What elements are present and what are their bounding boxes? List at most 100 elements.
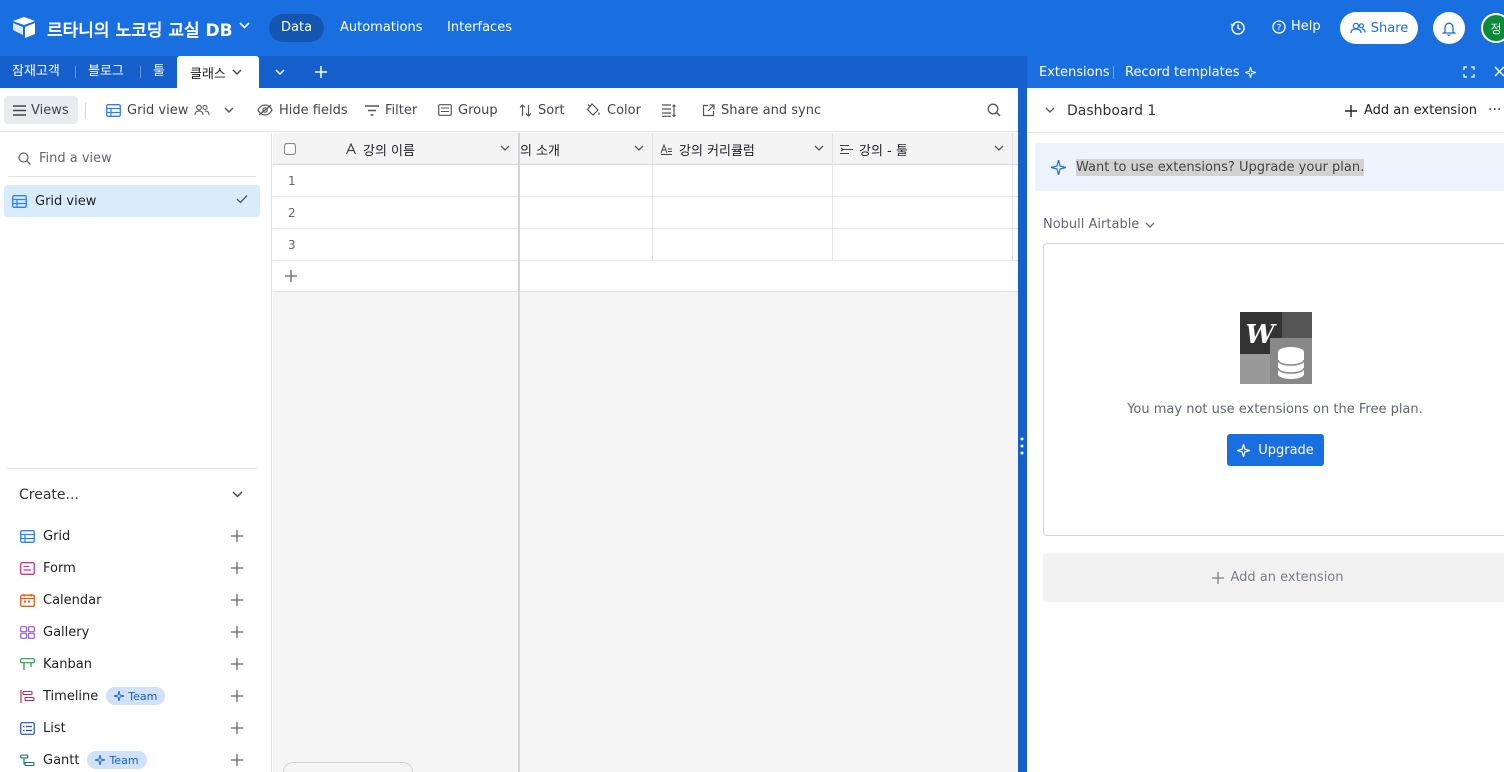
search-icon[interactable] (987, 100, 1001, 120)
create-form[interactable]: Form (20, 558, 248, 578)
nav-interfaces[interactable]: Interfaces (435, 14, 524, 42)
add-table-plus-icon[interactable] (313, 64, 329, 80)
plus-icon[interactable] (231, 530, 243, 542)
airtable-logo-icon[interactable] (12, 16, 36, 38)
sidebar-view-grid-view[interactable]: Grid view (4, 185, 260, 217)
cell-divider (1012, 165, 1013, 197)
frozen-column-divider[interactable] (518, 133, 520, 772)
plus-icon[interactable] (231, 690, 243, 702)
share-and-sync-button[interactable]: Share and sync (702, 100, 821, 120)
chevron-down-icon[interactable] (232, 491, 243, 498)
cell-divider (832, 165, 833, 197)
team-badge-label: Team (109, 753, 139, 767)
column-header-tools[interactable]: 강의 - 툴 (833, 133, 1013, 165)
chevron-down-icon[interactable] (814, 145, 824, 151)
table-row[interactable]: 3 (273, 229, 1018, 261)
sort-button[interactable]: Sort (519, 100, 565, 120)
text-field-icon (345, 143, 357, 155)
row-height-icon[interactable] (662, 100, 677, 120)
tab-클래스[interactable]: 클래스 (177, 56, 259, 88)
expand-icon[interactable] (1463, 66, 1475, 78)
chevron-down-icon[interactable] (994, 145, 1004, 151)
create-item-label: Timeline (43, 688, 99, 704)
views-toggle-button[interactable]: Views (4, 96, 78, 124)
plus-icon (285, 270, 297, 282)
plus-icon[interactable] (231, 594, 243, 606)
add-row-button[interactable] (273, 261, 1018, 292)
chevron-down-icon[interactable] (634, 145, 644, 151)
grid-footer-control[interactable] (283, 762, 413, 772)
create-list[interactable]: List (20, 718, 248, 738)
tab-extensions[interactable]: Extensions (1039, 65, 1110, 80)
help-button[interactable]: ? Help (1272, 19, 1321, 34)
select-all-checkbox[interactable] (284, 143, 296, 155)
cell-divider (832, 197, 833, 229)
find-view-input[interactable]: Find a view (8, 141, 256, 177)
plus-icon[interactable] (231, 754, 243, 766)
group-button[interactable]: Group (438, 100, 498, 120)
check-icon (236, 194, 248, 204)
all-tables-chevron-icon[interactable] (274, 66, 286, 78)
plus-icon (1212, 571, 1225, 584)
panel-resize-handle[interactable] (1018, 56, 1027, 772)
grid-view-switcher[interactable]: Grid view (106, 100, 234, 120)
sparkle-icon (1244, 67, 1256, 78)
sparkle-icon (1237, 443, 1251, 457)
tab-잠재고객[interactable]: 잠재고객 (12, 56, 60, 88)
column-header-curriculum[interactable]: 강의 커리큘럼 (653, 133, 833, 165)
chevron-down-icon[interactable] (232, 69, 242, 75)
avatar[interactable]: 정 (1481, 13, 1504, 43)
chevron-down-icon[interactable] (500, 145, 510, 151)
hide-fields-button[interactable]: Hide fields (257, 100, 348, 120)
tab-블로그[interactable]: 블로그 (88, 56, 124, 88)
hamburger-icon (13, 104, 26, 116)
history-icon[interactable] (1230, 20, 1246, 36)
grid-view-label: Grid view (127, 102, 189, 118)
create-calendar[interactable]: Calendar (20, 590, 248, 610)
plus-icon[interactable] (231, 626, 243, 638)
create-gantt[interactable]: Gantt Team (20, 750, 248, 770)
svg-text:W: W (1245, 320, 1277, 350)
nav-automations[interactable]: Automations (328, 14, 435, 42)
table-row[interactable]: 2 (273, 197, 1018, 229)
column-header-intro[interactable]: 의 소개 (520, 133, 653, 165)
group-label: Group (458, 102, 498, 118)
tab-record-templates[interactable]: Record templates (1125, 65, 1256, 80)
grid-icon (12, 194, 27, 208)
add-extension-placeholder[interactable]: Add an extension (1043, 553, 1504, 602)
column-header-label: 강의 이름 (363, 143, 415, 159)
create-kanban[interactable]: Kanban (20, 654, 248, 674)
nav-data[interactable]: Data (269, 14, 325, 42)
column-header-label: 의 소개 (520, 143, 561, 159)
table-row[interactable]: 1 (273, 165, 1018, 197)
tab-툴[interactable]: 툴 (153, 56, 165, 88)
base-title[interactable]: 르타니의 노코딩 교실 DB (47, 16, 233, 41)
notifications-button[interactable] (1433, 12, 1465, 44)
chevron-down-icon[interactable] (224, 107, 234, 113)
upgrade-button[interactable]: Upgrade (1227, 434, 1324, 466)
plus-icon[interactable] (231, 562, 243, 574)
toolbar-divider (85, 103, 86, 119)
grid-icon (20, 529, 35, 543)
create-section-title[interactable]: Create... (19, 487, 79, 503)
more-options-icon[interactable]: ··· (1488, 102, 1501, 118)
share-button[interactable]: Share (1340, 12, 1418, 44)
create-grid[interactable]: Grid (20, 526, 248, 546)
workspace-selector[interactable]: Nobull Airtable (1043, 217, 1155, 232)
dashboard-title[interactable]: Dashboard 1 (1067, 103, 1156, 119)
create-timeline[interactable]: Timeline Team (20, 686, 248, 706)
filter-button[interactable]: Filter (365, 100, 417, 120)
chevron-down-icon[interactable] (239, 22, 250, 29)
upgrade-banner-text[interactable]: Want to use extensions? Upgrade your pla… (1076, 158, 1365, 176)
chevron-down-icon[interactable] (1045, 107, 1055, 113)
add-extension-button[interactable]: Add an extension (1345, 103, 1477, 118)
plus-icon[interactable] (231, 658, 243, 670)
column-header-primary[interactable]: 강의 이름 (345, 133, 518, 165)
help-icon: ? (1272, 19, 1286, 34)
create-gallery[interactable]: Gallery (20, 622, 248, 642)
close-icon[interactable] (1494, 66, 1504, 77)
color-button[interactable]: Color (586, 100, 641, 120)
plus-icon[interactable] (231, 722, 243, 734)
gantt-icon (20, 753, 35, 767)
drag-handle-icon[interactable] (1020, 436, 1024, 456)
